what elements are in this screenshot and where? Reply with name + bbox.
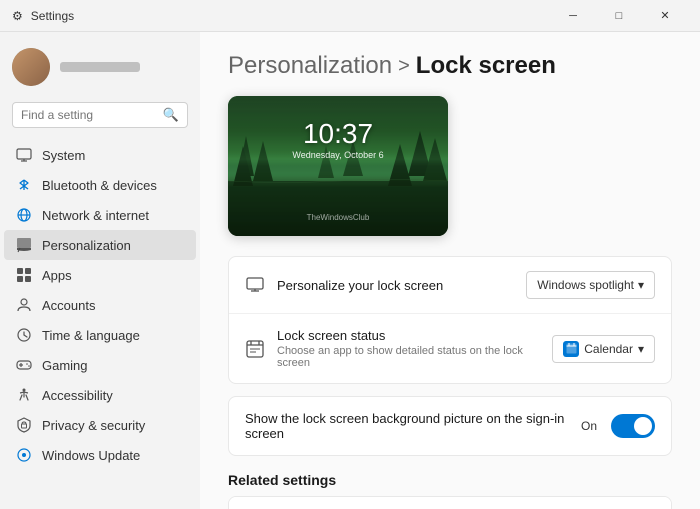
personalize-dropdown-chevron: ▾ xyxy=(638,278,644,292)
personalize-dropdown-value: Windows spotlight xyxy=(537,278,634,292)
sign-in-toggle-control[interactable]: On xyxy=(581,414,655,438)
system-icon xyxy=(16,147,32,163)
sidebar-item-time[interactable]: Time & language xyxy=(4,320,196,350)
sidebar-item-accounts-label: Accounts xyxy=(42,298,95,313)
sidebar-item-network[interactable]: Network & internet xyxy=(4,200,196,230)
title-bar-title: Settings xyxy=(31,9,74,23)
sidebar-item-accounts[interactable]: Accounts xyxy=(4,290,196,320)
lock-screen-status-label: Lock screen status xyxy=(277,328,552,343)
privacy-icon xyxy=(16,417,32,433)
sidebar-item-bluetooth[interactable]: Bluetooth & devices xyxy=(4,170,196,200)
lock-screen-status-icon xyxy=(245,339,265,359)
app-container: 🔍 System Bluetooth xyxy=(0,32,700,509)
title-bar-controls: ─ □ ✕ xyxy=(550,0,688,32)
sign-in-toggle-section: Show the lock screen background picture … xyxy=(228,396,672,456)
toggle-on-label: On xyxy=(581,419,597,433)
search-box[interactable]: 🔍 xyxy=(12,102,188,128)
gaming-icon xyxy=(16,357,32,373)
sidebar-item-apps[interactable]: Apps xyxy=(4,260,196,290)
personalize-lock-screen-label: Personalize your lock screen xyxy=(277,278,526,293)
title-bar: ⚙ Settings ─ □ ✕ xyxy=(0,0,700,32)
user-name xyxy=(60,62,140,72)
sidebar-item-accessibility[interactable]: Accessibility xyxy=(4,380,196,410)
close-button[interactable]: ✕ xyxy=(642,0,688,32)
sidebar-item-apps-label: Apps xyxy=(42,268,72,283)
breadcrumb-separator: > xyxy=(398,55,410,78)
accessibility-icon xyxy=(16,387,32,403)
user-profile xyxy=(0,40,200,102)
calendar-badge xyxy=(563,341,579,357)
sidebar-item-personalization-label: Personalization xyxy=(42,238,131,253)
search-icon: 🔍 xyxy=(163,107,179,123)
maximize-button[interactable]: □ xyxy=(596,0,642,32)
status-dropdown-chevron: ▾ xyxy=(638,342,644,356)
settings-icon: ⚙ xyxy=(12,9,23,23)
sidebar-item-update[interactable]: Windows Update xyxy=(4,440,196,470)
title-bar-left: ⚙ Settings xyxy=(12,9,74,23)
sidebar-nav: System Bluetooth & devices xyxy=(0,140,200,470)
apps-icon xyxy=(16,267,32,283)
sidebar-item-personalization[interactable]: Personalization xyxy=(4,230,196,260)
related-settings-heading: Related settings xyxy=(228,472,672,488)
personalize-lock-screen-control[interactable]: Windows spotlight ▾ xyxy=(526,271,655,299)
status-dropdown-value: Calendar xyxy=(584,342,633,356)
lock-screen-preview: 10:37 Wednesday, October 6 TheWindowsClu… xyxy=(228,96,448,236)
update-icon xyxy=(16,447,32,463)
sidebar-item-gaming[interactable]: Gaming xyxy=(4,350,196,380)
avatar xyxy=(12,48,50,86)
sidebar-item-time-label: Time & language xyxy=(42,328,140,343)
avatar-image xyxy=(12,48,50,86)
accounts-icon xyxy=(16,297,32,313)
content-area: Personalization > Lock screen xyxy=(200,32,700,509)
sidebar-item-network-label: Network & internet xyxy=(42,208,149,223)
personalization-icon xyxy=(16,237,32,253)
sidebar-item-privacy-label: Privacy & security xyxy=(42,418,145,433)
network-icon xyxy=(16,207,32,223)
breadcrumb-parent: Personalization xyxy=(228,52,392,80)
lock-screen-date: Wednesday, October 6 xyxy=(228,150,448,160)
sidebar: 🔍 System Bluetooth xyxy=(0,32,200,509)
lock-screen-time: 10:37 xyxy=(228,118,448,150)
sidebar-item-bluetooth-label: Bluetooth & devices xyxy=(42,178,157,193)
related-settings-section: Screen timeout › Screen saver xyxy=(228,496,672,509)
lock-screen-status-text: Lock screen status Choose an app to show… xyxy=(277,328,552,369)
personalize-lock-screen-text: Personalize your lock screen xyxy=(277,278,526,293)
personalize-dropdown[interactable]: Windows spotlight ▾ xyxy=(526,271,655,299)
sign-in-background-text: Show the lock screen background picture … xyxy=(245,411,581,441)
breadcrumb: Personalization > Lock screen xyxy=(228,52,672,80)
breadcrumb-current: Lock screen xyxy=(416,52,556,80)
sidebar-item-system[interactable]: System xyxy=(4,140,196,170)
status-dropdown[interactable]: Calendar ▾ xyxy=(552,335,655,363)
sidebar-item-update-label: Windows Update xyxy=(42,448,140,463)
toggle-knob xyxy=(634,417,652,435)
time-icon xyxy=(16,327,32,343)
sign-in-background-label: Show the lock screen background picture … xyxy=(245,411,581,441)
sidebar-item-gaming-label: Gaming xyxy=(42,358,88,373)
lock-screen-settings-section: Personalize your lock screen Windows spo… xyxy=(228,256,672,384)
sign-in-toggle[interactable] xyxy=(611,414,655,438)
sidebar-item-system-label: System xyxy=(42,148,85,163)
lock-screen-status-row: Lock screen status Choose an app to show… xyxy=(229,314,671,383)
minimize-button[interactable]: ─ xyxy=(550,0,596,32)
sign-in-background-row: Show the lock screen background picture … xyxy=(229,397,671,455)
lock-screen-personalize-icon xyxy=(245,275,265,295)
search-input[interactable] xyxy=(21,108,157,122)
lock-screen-watermark: TheWindowsClub xyxy=(228,213,448,222)
screen-timeout-row[interactable]: Screen timeout › xyxy=(229,497,671,509)
lock-screen-status-sublabel: Choose an app to show detailed status on… xyxy=(277,345,552,369)
lock-screen-status-control[interactable]: Calendar ▾ xyxy=(552,335,655,363)
bluetooth-icon xyxy=(16,177,32,193)
sidebar-item-privacy[interactable]: Privacy & security xyxy=(4,410,196,440)
sidebar-item-accessibility-label: Accessibility xyxy=(42,388,113,403)
personalize-lock-screen-row: Personalize your lock screen Windows spo… xyxy=(229,257,671,314)
